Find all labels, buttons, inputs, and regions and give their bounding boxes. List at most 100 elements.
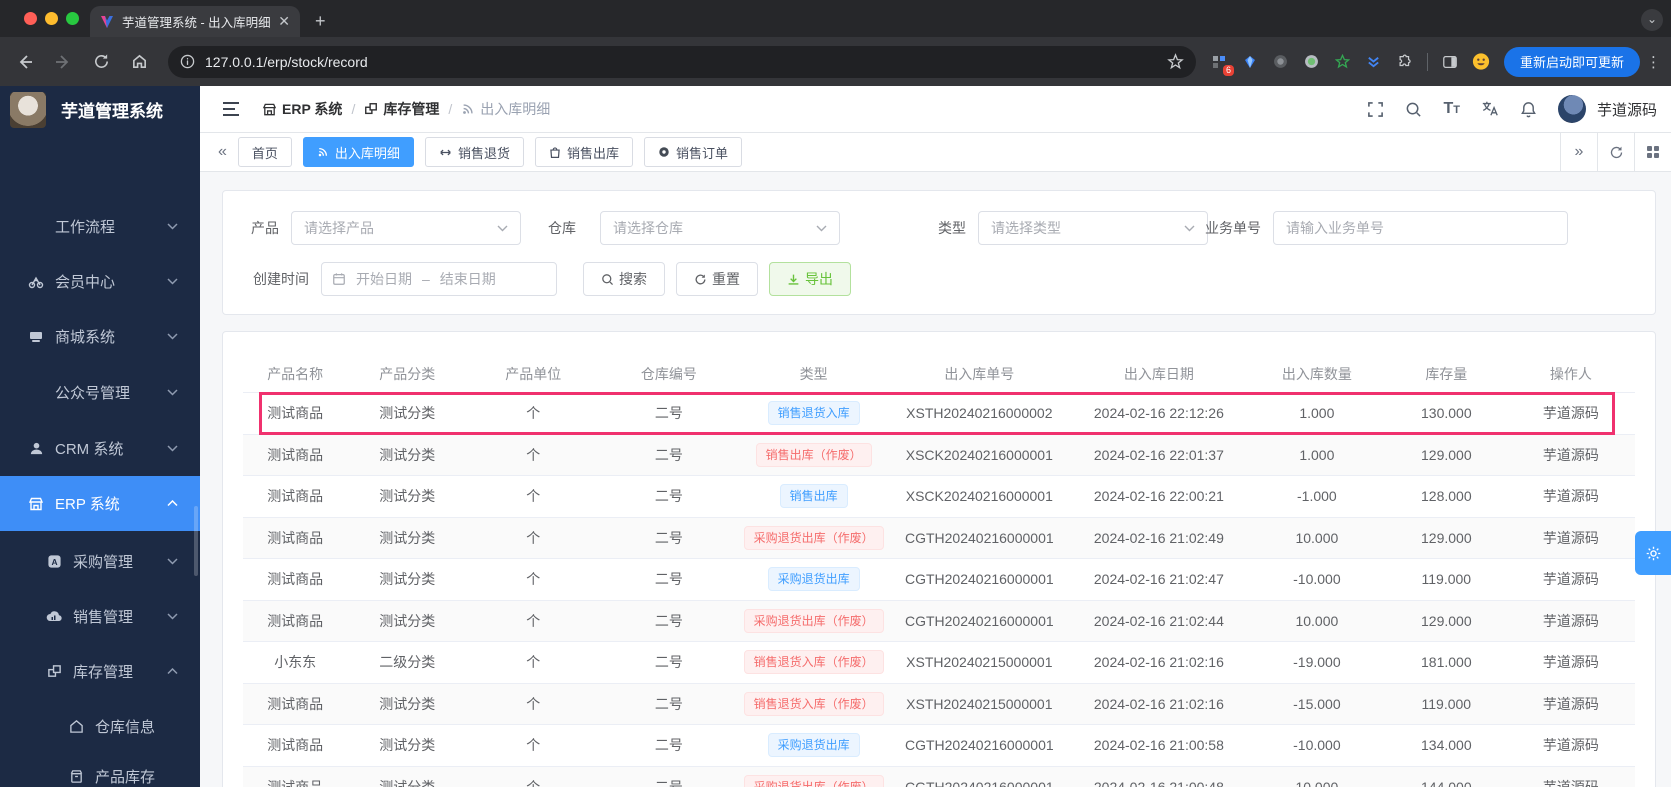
sidebar-item-mall[interactable]: 商城系统 <box>0 309 200 364</box>
cell-operator: 芋道源码 <box>1542 446 1599 463</box>
close-window-button[interactable] <box>24 12 37 25</box>
stock-icon <box>44 664 64 679</box>
cell-product-unit: 个 <box>526 571 541 588</box>
collapse-menu-icon[interactable] <box>222 101 240 117</box>
new-tab-button[interactable]: + <box>315 9 326 33</box>
cell-product-category: 测试分类 <box>379 778 436 787</box>
profile-emoji-icon[interactable] <box>1472 53 1490 71</box>
calendar-icon <box>332 272 346 286</box>
extension-chevrons-icon[interactable] <box>1365 53 1383 71</box>
table-row: 测试商品 测试分类 个 二号 采购退货出库 CGTH20240216000001… <box>243 725 1635 767</box>
export-button[interactable]: 导出 <box>769 262 851 296</box>
sidebar-item-crm[interactable]: CRM 系统 <box>0 421 200 476</box>
biz-no-input[interactable] <box>1273 211 1568 245</box>
window-controls <box>24 12 79 25</box>
username[interactable]: 芋道源码 <box>1597 99 1657 120</box>
cell-product-unit: 个 <box>526 446 541 463</box>
tab-close-icon[interactable]: ✕ <box>278 13 290 30</box>
layout-grid-icon[interactable] <box>1634 133 1671 171</box>
sidebar-item-stock[interactable]: 库存管理 <box>0 644 200 699</box>
browser-tab[interactable]: 芋道管理系统 - 出入库明细 ✕ <box>90 6 300 37</box>
extensions-puzzle-icon[interactable] <box>1396 53 1414 71</box>
sidebar-item-purchase[interactable]: A 采购管理 <box>0 534 200 589</box>
bell-icon[interactable] <box>1520 101 1537 118</box>
extension-star-icon[interactable] <box>1334 53 1352 71</box>
address-bar[interactable]: 127.0.0.1/erp/stock/record <box>168 45 1196 78</box>
font-size-icon[interactable]: TT <box>1443 100 1460 118</box>
sidebar-item-official-account[interactable]: 公众号管理 <box>0 365 200 420</box>
site-info-icon[interactable] <box>180 54 195 69</box>
cell-date: 2024-02-16 22:00:21 <box>1093 488 1224 505</box>
cell-warehouse: 二号 <box>654 612 683 629</box>
fullscreen-icon[interactable] <box>1367 101 1384 118</box>
sidebar-item-erp[interactable]: ERP 系统 <box>0 476 200 531</box>
table-row: 测试商品 测试分类 个 二号 采购退货出库（作废） CGTH2024021600… <box>243 600 1635 642</box>
cell-qty: -10.000 <box>1293 571 1341 588</box>
sidebar-item-membership[interactable]: 会员中心 <box>0 254 200 309</box>
maximize-window-button[interactable] <box>66 12 79 25</box>
extension-dark-circle-icon[interactable] <box>1272 53 1290 71</box>
reload-icon[interactable] <box>88 49 114 75</box>
app-title: 芋道管理系统 <box>61 102 163 121</box>
side-panel-icon[interactable] <box>1441 53 1459 71</box>
sidebar-item-sales[interactable]: 销售管理 <box>0 589 200 644</box>
bookmark-star-icon[interactable] <box>1167 53 1184 70</box>
type-badge: 销售退货入库（作废） <box>743 691 884 716</box>
breadcrumb-stock[interactable]: 库存管理 <box>364 99 439 119</box>
cell-operator: 芋道源码 <box>1542 695 1599 712</box>
search-icon[interactable] <box>1405 101 1422 118</box>
extension-green-dot-icon[interactable] <box>1303 53 1321 71</box>
date-range-picker[interactable]: 开始日期 – 结束日期 <box>321 262 557 296</box>
browser-menu-dots-icon[interactable]: ⋮ <box>1646 53 1661 71</box>
user-avatar[interactable] <box>1557 95 1586 123</box>
product-select[interactable]: 请选择产品 <box>291 211 521 245</box>
minimize-window-button[interactable] <box>45 12 58 25</box>
table-body: 测试商品 测试分类 个 二号 销售退货入库 XSTH20240216000002… <box>243 392 1635 787</box>
sidebar-item-workflow[interactable]: 工作流程 <box>0 199 200 254</box>
home-icon[interactable] <box>126 49 152 75</box>
tag-sales-return[interactable]: 销售退货 <box>424 137 524 167</box>
search-button[interactable]: 搜索 <box>583 262 665 296</box>
tag-sales-out[interactable]: 销售出库 <box>534 137 633 167</box>
app-logo-row[interactable]: 芋道管理系统 <box>0 86 200 133</box>
tag-sales-order[interactable]: 销售订单 <box>643 137 742 167</box>
tag-home[interactable]: 首页 <box>237 137 292 167</box>
back-icon[interactable] <box>12 49 38 75</box>
sidebar-scrollbar-thumb[interactable] <box>194 506 198 576</box>
refresh-page-icon[interactable] <box>1597 133 1634 171</box>
cell-stock: 119.000 <box>1421 571 1472 588</box>
type-select[interactable]: 请选择类型 <box>978 211 1208 245</box>
chevron-down-icon <box>167 613 178 620</box>
tab-search-chevron-icon[interactable]: ⌄ <box>1641 9 1663 31</box>
crm-user-icon <box>26 441 46 456</box>
cell-order-no: XSTH20240215000001 <box>906 695 1053 712</box>
browser-toolbar: 127.0.0.1/erp/stock/record 6 重新启动即可更新 ⋮ <box>0 37 1671 86</box>
sidebar-item-warehouse-info[interactable]: 仓库信息 <box>0 699 200 754</box>
warehouse-icon <box>66 719 86 734</box>
tags-scroll-right-icon[interactable]: » <box>1560 133 1597 171</box>
sales-out-bag-icon <box>549 146 561 159</box>
table-row: 测试商品 测试分类 个 二号 销售出库 XSCK20240216000001 2… <box>243 476 1635 518</box>
cell-product-category: 测试分类 <box>379 612 436 629</box>
reset-button[interactable]: 重置 <box>676 262 758 296</box>
type-badge: 销售退货入库（作废） <box>743 650 884 675</box>
cell-order-no: CGTH20240216000001 <box>904 612 1054 629</box>
forward-icon[interactable] <box>50 49 76 75</box>
erp-store-icon <box>26 496 46 512</box>
browser-update-button[interactable]: 重新启动即可更新 <box>1503 46 1640 77</box>
theme-settings-button[interactable] <box>1635 531 1671 575</box>
tags-scroll-left-icon[interactable]: « <box>218 143 227 161</box>
sidebar-item-product-stock[interactable]: 产品库存 <box>0 749 200 787</box>
breadcrumb-erp[interactable]: ERP 系统 <box>262 99 342 119</box>
filter-card: 产品 请选择产品 仓库 请选择仓库 类型 请选择类型 业务单号 创建时间 开始日… <box>222 190 1656 315</box>
cell-date: 2024-02-16 22:01:37 <box>1093 446 1224 463</box>
cell-product-name: 测试商品 <box>267 488 324 505</box>
extension-gem-icon[interactable] <box>1241 53 1259 71</box>
col-type: 类型 <box>799 365 828 382</box>
url-text[interactable]: 127.0.0.1/erp/stock/record <box>205 54 1167 70</box>
tag-stock-record[interactable]: 出入库明细 <box>302 137 414 167</box>
warehouse-select[interactable]: 请选择仓库 <box>600 211 840 245</box>
locale-translate-icon[interactable] <box>1481 100 1499 118</box>
breadcrumb-stock-record: 出入库明细 <box>461 99 550 119</box>
extension-icon[interactable]: 6 <box>1210 53 1234 76</box>
